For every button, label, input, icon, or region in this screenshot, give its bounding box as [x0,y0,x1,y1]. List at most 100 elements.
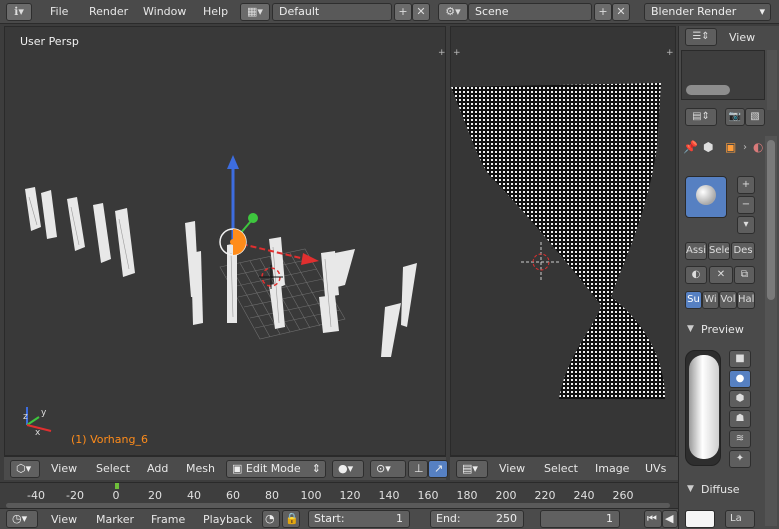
outliner-editor-icon[interactable]: ☰⇕ [685,28,717,46]
scrollbar-handle[interactable] [767,140,775,300]
info-header: ℹ▾ File Render Window Help ▦▾ Default + … [0,0,779,24]
uv-editor-header: ▤▾ View Select Image UVs [450,456,678,480]
layout-name-field[interactable]: Default [272,3,392,21]
remove-scene-icon[interactable]: ✕ [612,3,630,21]
render-layers-tab-icon[interactable]: ▧ [745,108,765,126]
editor-type-image-icon[interactable]: ▤▾ [456,460,488,478]
add-layout-icon[interactable]: + [394,3,412,21]
end-frame-field[interactable]: End: 250 [430,510,524,528]
assign-button[interactable]: Assi [685,242,707,260]
scene-name-field[interactable]: Scene [468,3,592,21]
axis-orientation-widget: z y x [23,407,52,438]
menu-view[interactable]: View [51,462,77,475]
pin-icon[interactable]: 📌 [683,140,698,154]
timeline-tick: -40 [27,489,45,502]
translate-manipulator-icon[interactable]: ↗ [428,460,448,478]
start-frame-value: 1 [396,512,403,525]
menu-view[interactable]: View [499,462,525,475]
chevron-down-icon: ⇕ [311,462,321,475]
active-object-label: (1) Vorhang_6 [71,433,148,446]
current-frame-field[interactable]: 1 [540,510,620,528]
tab-wire[interactable]: Wi [702,291,719,309]
menu-mesh[interactable]: Mesh [186,462,215,475]
diffuse-color-swatch[interactable] [685,510,715,528]
menu-window[interactable]: Window [143,5,186,18]
viewport-shading-button[interactable]: ●▾ [332,460,364,478]
viewport-scene: z y x [23,155,417,438]
preview-hair-icon[interactable]: ≋ [729,430,751,448]
3d-viewport-header: ⬡▾ View Select Add Mesh ▣ Edit Mode ⇕ ●▾… [4,456,448,480]
uv-curtain-preview [451,83,665,399]
layout-browse-icon[interactable]: ▦▾ [240,3,270,21]
deselect-button[interactable]: Des [731,242,755,260]
jump-start-icon[interactable]: ⏮ [644,510,662,528]
timeline-tick: 220 [534,489,556,502]
mode-select[interactable]: ▣ Edit Mode ⇕ [226,460,326,478]
material-slot-selected[interactable] [685,176,727,218]
lock-icon[interactable]: 🔒 [282,510,300,528]
properties-scrollbar[interactable] [765,136,777,526]
add-scene-icon[interactable]: + [594,3,612,21]
menu-image[interactable]: Image [595,462,629,475]
svg-text:z: z [23,412,28,422]
edit-mode-icon: ▣ [232,462,246,475]
diffuse-panel-title[interactable]: Diffuse [701,483,740,496]
keying-set-icon[interactable]: ◔ [262,510,280,528]
render-engine-select[interactable]: Blender Render ▾ [644,3,771,21]
menu-select[interactable]: Select [544,462,578,475]
menu-file[interactable]: File [50,5,68,18]
remove-layout-icon[interactable]: ✕ [412,3,430,21]
uv-image-editor[interactable]: + + [450,26,676,456]
menu-marker[interactable]: Marker [96,513,134,526]
menu-uvs[interactable]: UVs [645,462,666,475]
scene-browse-icon[interactable]: ⚙▾ [438,3,468,21]
outliner-scrollbar[interactable] [767,50,777,110]
tab-surface[interactable]: Su [685,291,702,309]
preview-flat-icon[interactable]: ■ [729,350,751,368]
render-tab-icon[interactable]: 📷 [725,108,745,126]
preview-sphere-icon[interactable]: ● [729,370,751,388]
properties-editor-icon[interactable]: ▤⇕ [685,108,717,126]
diffuse-shader-select[interactable]: La [725,510,755,528]
manipulator-toggle-icon[interactable]: ⊥ [408,460,428,478]
material-specials-icon[interactable]: ▾ [737,216,755,234]
current-frame-value: 1 [606,512,613,525]
material-sphere-icon: ◐ [753,140,764,154]
preview-render [689,355,719,459]
menu-playback[interactable]: Playback [203,513,252,526]
preview-panel-title[interactable]: Preview [701,323,744,336]
panel-collapse-icon[interactable]: ▼ [687,324,694,334]
menu-select[interactable]: Select [96,462,130,475]
panel-collapse-icon[interactable]: ▼ [687,484,694,494]
menu-render[interactable]: Render [89,5,128,18]
preview-monkey-icon[interactable]: ☗ [729,410,751,428]
editor-type-info-icon[interactable]: ℹ▾ [6,3,32,21]
preview-sky-icon[interactable]: ✦ [729,450,751,468]
add-material-slot-icon[interactable]: + [737,176,755,194]
menu-view[interactable]: View [51,513,77,526]
preview-cube-icon[interactable]: ⬢ [729,390,751,408]
unlink-material-icon[interactable]: ✕ [709,266,733,284]
pivot-point-button[interactable]: ⊙▾ [370,460,406,478]
chevron-down-icon: ▾ [759,5,765,18]
tab-halo[interactable]: Hal [737,291,755,309]
remove-material-slot-icon[interactable]: − [737,196,755,214]
menu-add[interactable]: Add [147,462,168,475]
material-browse-icon[interactable]: ◐ [685,266,707,284]
editor-type-3d-icon[interactable]: ⬡▾ [10,460,40,478]
material-preview [685,350,721,466]
outliner-view-menu[interactable]: View [729,31,755,44]
scrollbar-handle[interactable] [686,85,730,95]
copy-material-icon[interactable]: ⧉ [734,266,755,284]
chevron-right-icon: › [743,142,747,153]
start-frame-field[interactable]: Start: 1 [308,510,410,528]
timeline-ruler[interactable]: -40 -20 0 20 40 60 80 100 120 140 160 18… [0,482,678,508]
menu-help[interactable]: Help [203,5,228,18]
3d-viewport[interactable]: User Persp + z y x (1) Vorhang_6 [4,26,446,456]
outliner-area[interactable] [681,50,765,100]
menu-frame[interactable]: Frame [151,513,185,526]
select-button[interactable]: Sele [708,242,730,260]
prev-keyframe-icon[interactable]: ◀ [662,510,678,528]
editor-type-timeline-icon[interactable]: ◷▾ [6,510,38,528]
tab-volume[interactable]: Vol [719,291,737,309]
